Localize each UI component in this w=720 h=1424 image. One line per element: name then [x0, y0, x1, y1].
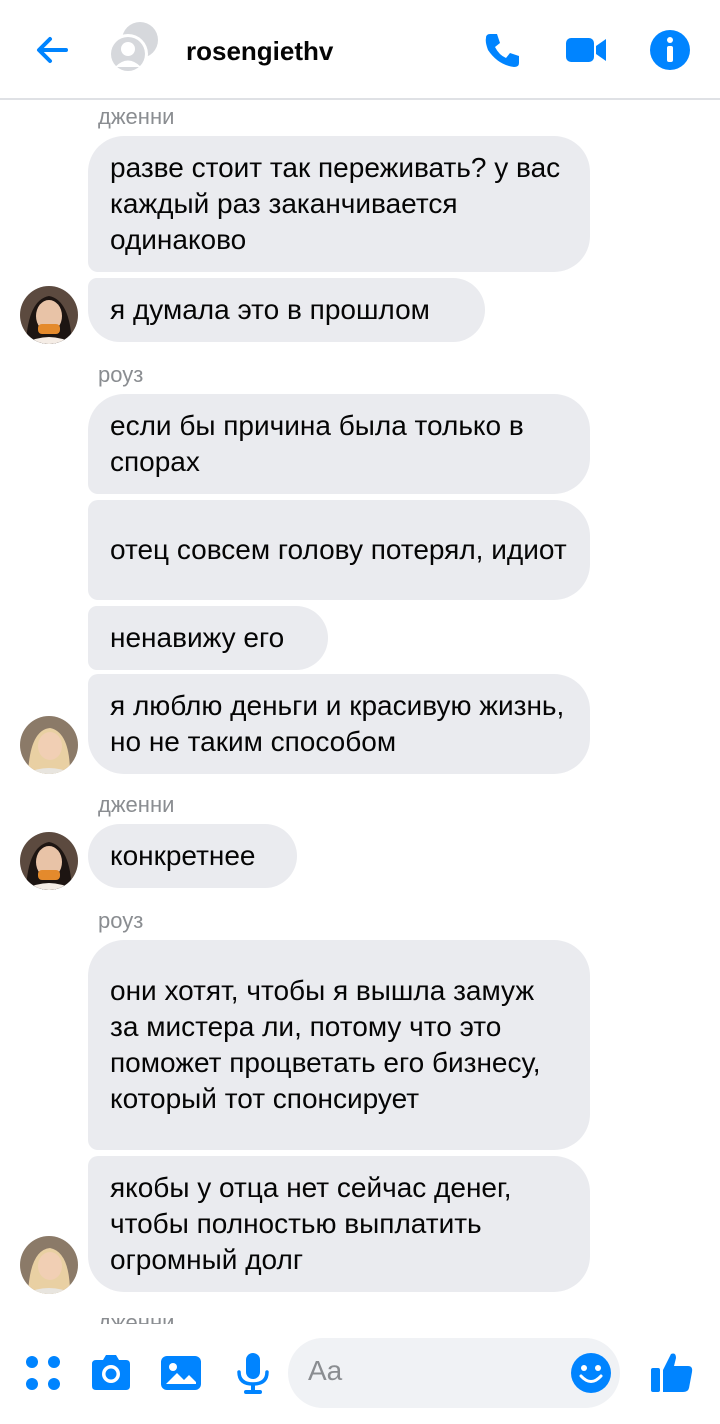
rose-avatar[interactable] — [20, 716, 78, 774]
jennie-avatar[interactable] — [20, 832, 78, 890]
sender-name: роуз — [98, 362, 144, 387]
microphone-icon[interactable] — [230, 1350, 276, 1396]
message-composer: Aa — [0, 1324, 720, 1424]
message-bubble[interactable]: ненавижу его — [88, 606, 328, 670]
sender-name: дженни — [98, 1310, 175, 1324]
message-input[interactable]: Aa — [288, 1338, 620, 1408]
rose-avatar[interactable] — [20, 1236, 78, 1294]
gallery-icon[interactable] — [158, 1350, 204, 1396]
contact-name[interactable]: rosengiethv — [186, 36, 333, 67]
back-arrow-icon[interactable] — [30, 28, 74, 72]
message-bubble[interactable]: якобы у отца нет сейчас денег, чтобы пол… — [88, 1156, 590, 1292]
thumbs-up-icon[interactable] — [648, 1348, 696, 1396]
sender-name: роуз — [98, 908, 144, 933]
message-bubble[interactable]: разве стоит так переживать? у вас каждый… — [88, 136, 590, 272]
jennie-avatar[interactable] — [20, 286, 78, 344]
emoji-icon[interactable] — [570, 1352, 612, 1394]
message-bubble[interactable]: я думала это в прошлом — [88, 278, 485, 342]
sender-name: дженни — [98, 104, 175, 129]
phone-icon[interactable] — [480, 28, 524, 72]
message-bubble[interactable]: они хотят, чтобы я вышла замуж за мистер… — [88, 940, 590, 1150]
sender-name: дженни — [98, 792, 175, 817]
message-bubble[interactable]: я люблю деньги и красивую жизнь, но не т… — [88, 674, 590, 774]
video-camera-icon[interactable] — [564, 28, 608, 72]
menu-dots-icon[interactable] — [20, 1350, 66, 1396]
group-avatar-icon[interactable] — [104, 20, 162, 78]
message-bubble[interactable]: если бы причина была только в спорах — [88, 394, 590, 494]
chat-header: rosengiethv — [0, 0, 720, 100]
message-bubble[interactable]: отец совсем голову потерял, идиот — [88, 500, 590, 600]
info-icon[interactable] — [648, 28, 692, 72]
camera-icon[interactable] — [88, 1350, 134, 1396]
message-bubble[interactable]: конкретнее — [88, 824, 297, 888]
message-thread[interactable]: дженни разве стоит так переживать? у вас… — [0, 100, 720, 1324]
message-input-placeholder: Aa — [308, 1355, 343, 1386]
